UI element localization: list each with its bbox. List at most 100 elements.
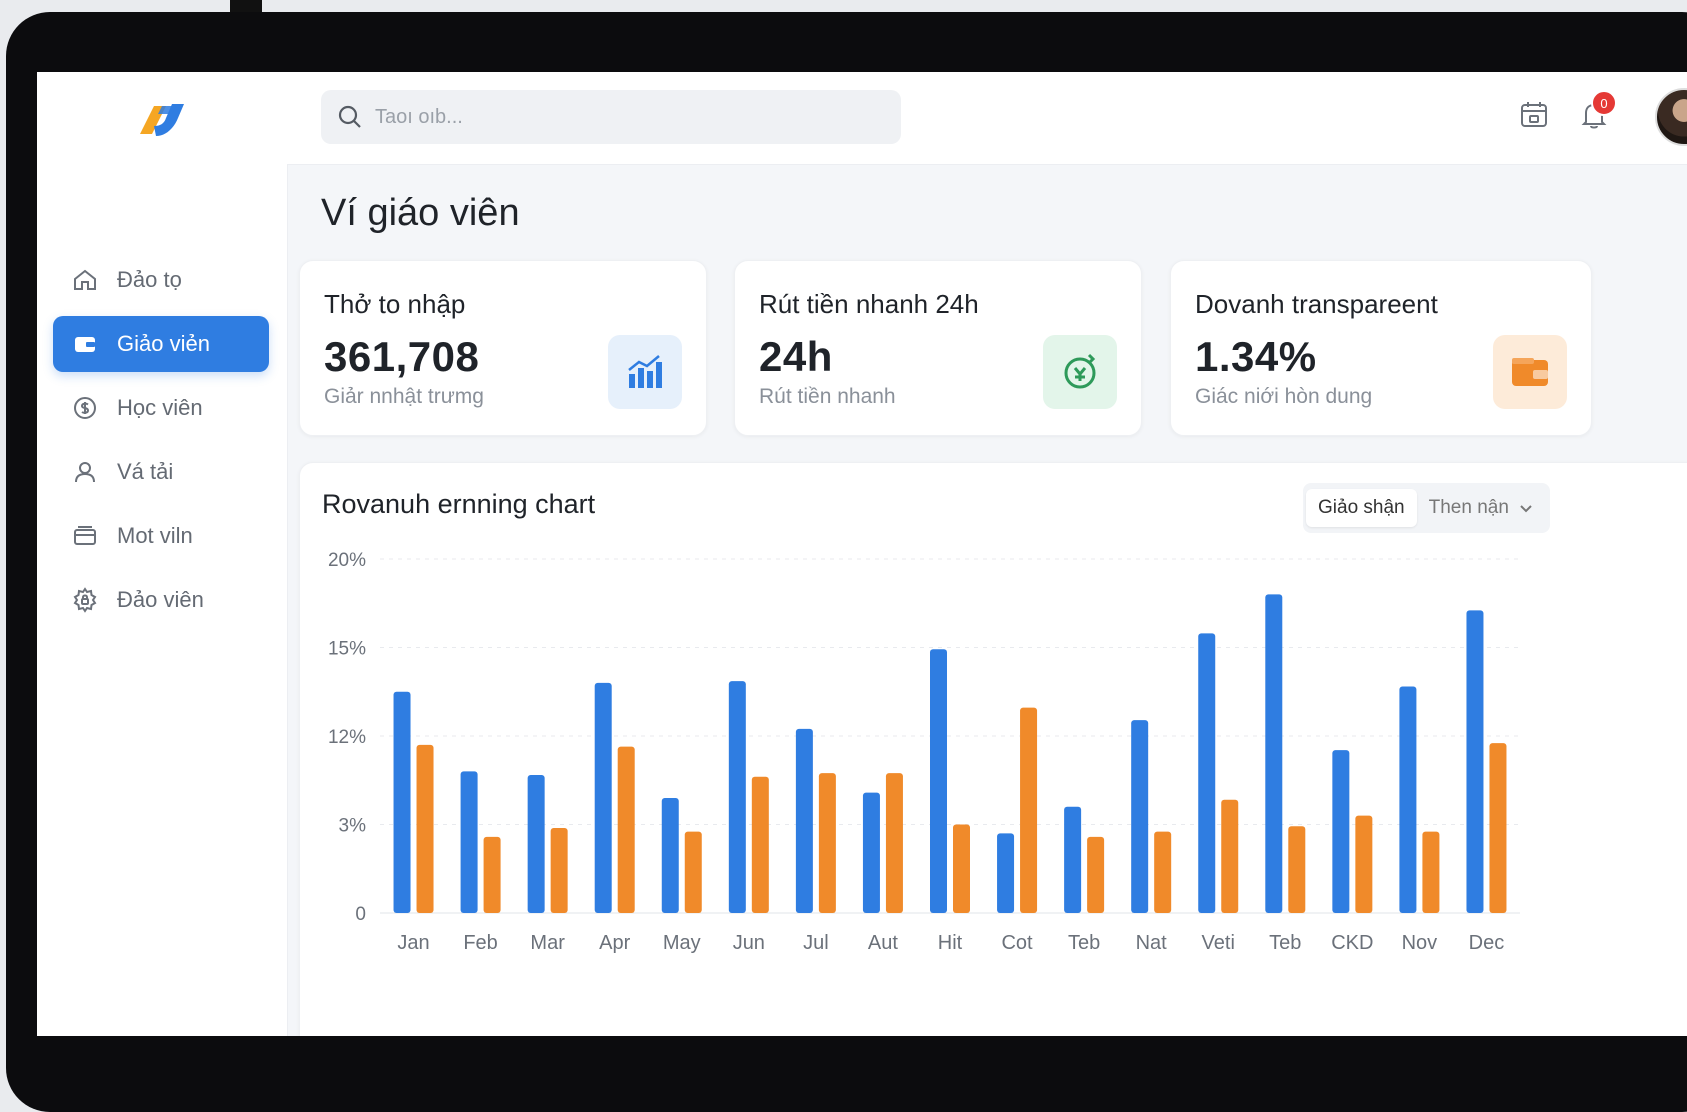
bar-orange[interactable] [1489, 743, 1507, 913]
bar-blue[interactable] [661, 797, 679, 913]
earning-chart-panel: Rovanuh ernning chart Giảo shận Then nận… [299, 462, 1687, 1036]
x-tick-label: Aut [868, 932, 898, 954]
bar-blue[interactable] [1466, 610, 1484, 913]
bar-orange[interactable] [550, 828, 568, 913]
bar-blue[interactable] [393, 691, 411, 913]
x-tick-label: Jan [397, 932, 429, 954]
avatar[interactable] [1655, 88, 1687, 146]
sidebar-item-label: Mot viln [117, 523, 193, 548]
stat-card-income: Thở to nhập 361,708 Giảr nnhật trưmg [299, 260, 707, 436]
bar-orange[interactable] [416, 744, 434, 913]
notification-badge: 0 [1591, 90, 1617, 116]
card-value: 361,708 [324, 333, 480, 380]
sidebar-item-mot-vien[interactable]: Mot viln [53, 508, 269, 564]
money-clock-icon [1043, 335, 1117, 409]
device-notch [230, 0, 262, 12]
card-title: Thở to nhập [324, 289, 466, 319]
sidebar-item-giao-vien[interactable]: Giảo viẻn [53, 316, 269, 372]
sidebar-item-label: Học viên [117, 395, 203, 420]
x-tick-label: Teb [1269, 932, 1301, 954]
search-input[interactable] [373, 104, 877, 130]
bar-blue[interactable] [1198, 633, 1216, 913]
calendar-icon[interactable] [1517, 98, 1551, 132]
sidebar-item-label: Vá tải [117, 459, 174, 484]
page-title: Ví giáo viên [321, 192, 520, 234]
bar-chart: 0 3% 12% 15% 20% Jan Feb Mar Apr May Jun Jul Aut Hit C… [328, 550, 1520, 954]
bar-chart-icon [608, 335, 682, 409]
wallet-orange-icon [1493, 335, 1567, 409]
bar-orange[interactable] [483, 836, 501, 913]
bar-blue[interactable] [460, 771, 478, 913]
bar-blue[interactable] [728, 681, 746, 913]
bar-orange[interactable] [751, 776, 769, 913]
y-tick-label: 3% [339, 816, 367, 837]
sidebar: Đảo tọ Giảo viẻn Học viên Vá tải Mot vil… [37, 72, 288, 1036]
x-tick-label: Apr [599, 932, 630, 954]
bar-orange[interactable] [1288, 826, 1306, 913]
bar-blue[interactable] [1332, 750, 1350, 913]
x-tick-label: Mar [530, 932, 565, 954]
x-tick-label: Feb [463, 932, 497, 954]
bar-blue[interactable] [1131, 720, 1149, 913]
bar-orange[interactable] [953, 824, 970, 914]
app-screen: Đảo tọ Giảo viẻn Học viên Vá tải Mot vil… [37, 72, 1687, 1036]
x-tick-label: Cot [1001, 932, 1033, 954]
bar-orange[interactable] [1020, 707, 1038, 913]
bar-blue[interactable] [527, 774, 545, 913]
x-tick-label: CKD [1331, 932, 1373, 954]
bar-orange[interactable] [1221, 799, 1239, 913]
sidebar-item-va-tai[interactable]: Vá tải [53, 444, 269, 500]
bar-orange[interactable] [617, 746, 635, 913]
bar-blue[interactable] [594, 682, 612, 913]
stat-card-transparency: Dovanh transpareent 1.34% Giác niới hòn … [1170, 260, 1592, 436]
x-tick-label: Nat [1136, 932, 1168, 954]
search-icon [338, 105, 361, 128]
top-bar: 0 [287, 72, 1687, 165]
card-title: Rút tiền nhanh 24h [759, 289, 979, 319]
bar-orange[interactable] [1087, 836, 1105, 913]
card-icon [71, 522, 99, 550]
bar-blue[interactable] [1064, 806, 1082, 913]
sidebar-item-label: Đảo tọ [117, 267, 182, 292]
bar-blue[interactable] [795, 728, 813, 913]
bar-orange[interactable] [818, 773, 836, 913]
home-icon [71, 266, 99, 294]
wallet-icon [71, 330, 99, 358]
search-box [321, 90, 901, 144]
sidebar-item-dao-vien[interactable]: Đảo viên [53, 572, 269, 628]
bar-orange[interactable] [1422, 831, 1440, 913]
y-tick-label: 15% [328, 639, 366, 660]
x-tick-label: Hit [938, 932, 963, 954]
user-icon [71, 458, 99, 486]
bar-orange[interactable] [1154, 831, 1172, 913]
bar-blue[interactable] [1265, 594, 1283, 913]
sidebar-item-hoc-vien[interactable]: Học viên [53, 380, 269, 436]
bar-orange[interactable] [1355, 815, 1373, 913]
sidebar-item-label: Đảo viên [117, 587, 204, 612]
sidebar-item-dao-to[interactable]: Đảo tọ [53, 252, 269, 308]
bar-blue[interactable] [862, 792, 880, 913]
notification-button[interactable]: 0 [1577, 90, 1617, 132]
x-tick-label: Veti [1202, 932, 1235, 954]
card-subtitle: Giảr nnhật trưmg [324, 385, 484, 408]
card-subtitle: Giác niới hòn dung [1195, 385, 1373, 408]
card-value: 24h [759, 333, 833, 380]
bar-orange[interactable] [684, 831, 702, 913]
bar-blue[interactable] [930, 649, 947, 913]
x-tick-label: May [663, 932, 701, 954]
brand-logo-icon[interactable] [132, 94, 192, 150]
sidebar-item-label: Giảo viẻn [117, 331, 210, 356]
sidebar-nav: Đảo tọ Giảo viẻn Học viên Vá tải Mot vil… [53, 252, 269, 636]
bar-blue[interactable] [997, 833, 1015, 913]
y-tick-label: 12% [328, 727, 366, 748]
card-title: Dovanh transpareent [1195, 289, 1438, 319]
bar-blue[interactable] [1399, 686, 1417, 913]
x-tick-label: Teb [1068, 932, 1100, 954]
y-tick-label: 0 [355, 904, 366, 925]
x-tick-label: Nov [1402, 932, 1438, 954]
bar-orange[interactable] [885, 773, 903, 913]
x-tick-label: Jul [803, 932, 829, 954]
x-tick-label: Jun [733, 932, 765, 954]
x-tick-label: Dec [1469, 932, 1505, 954]
y-tick-label: 20% [328, 550, 366, 571]
